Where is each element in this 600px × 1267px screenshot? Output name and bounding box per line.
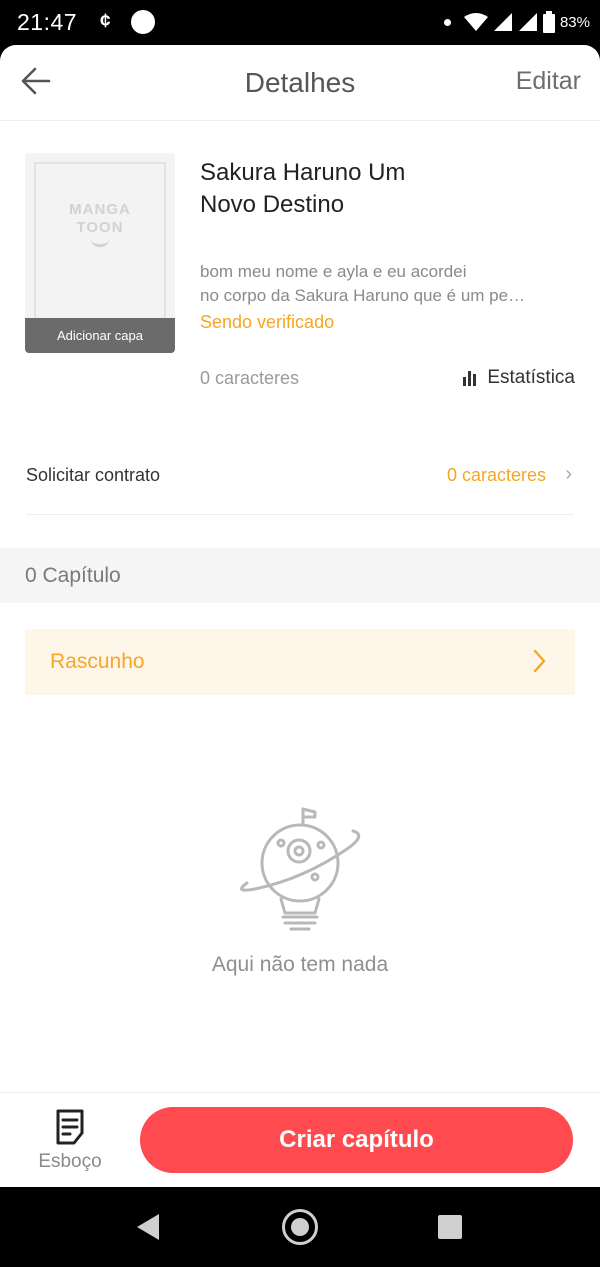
chapter-section-header: 0 Capítulo (0, 548, 600, 603)
review-status: Sendo verificado (200, 312, 335, 332)
statistics-label: Estatística (487, 367, 575, 388)
battery-percentage: 83% (559, 13, 590, 31)
nav-recents-icon[interactable] (438, 1215, 462, 1239)
top-app-bar: Detalhes Editar (0, 45, 600, 121)
statistics-button[interactable]: Estatística (463, 367, 575, 389)
notes-icon (56, 1109, 84, 1145)
add-cover-button[interactable]: MANGA TOON Adicionar capa (25, 153, 175, 353)
mangatoon-logo: MANGA TOON (69, 201, 131, 236)
contract-char-count: 0 caracteres (446, 465, 546, 485)
chevron-right-icon (533, 649, 546, 673)
chevron-right-icon: › (565, 463, 572, 485)
signal-icon (493, 13, 512, 31)
circle-notification-icon (131, 10, 155, 34)
book-description: bom meu nome e ayla e eu acordei no corp… (200, 262, 526, 305)
request-contract-row[interactable]: Solicitar contrato 0 caracteres › (26, 445, 574, 515)
sketch-tab-button[interactable]: Esboço (30, 1109, 110, 1175)
nav-home-icon[interactable] (282, 1209, 318, 1245)
planet-lightbulb-icon (240, 807, 361, 931)
status-time: 21:47 (17, 9, 78, 35)
cover-placeholder-frame (34, 162, 166, 342)
system-navigation-bar (0, 1187, 600, 1267)
draft-row[interactable]: Rascunho (25, 629, 575, 695)
signal-icon (518, 13, 537, 31)
chapter-count: 0 Capítulo (25, 564, 121, 587)
character-count: 0 caracteres (200, 368, 300, 388)
draft-label: Rascunho (50, 650, 145, 673)
empty-state-message: Aqui não tem nada (211, 953, 389, 976)
request-contract-label: Solicitar contrato (26, 465, 161, 485)
battery-icon (542, 11, 555, 33)
book-title: Sakura Haruno Um Novo Destino (200, 159, 406, 218)
add-cover-label: Adicionar capa (25, 318, 175, 353)
status-indicators: 83% (443, 8, 590, 36)
create-chapter-button[interactable]: Criar capítulo (140, 1107, 573, 1173)
edit-button[interactable]: Editar (516, 67, 581, 96)
details-screen: Detalhes Editar MANGA TOON Adicionar cap… (0, 45, 600, 1187)
status-bar: 21:47 ¢ 83% (0, 0, 600, 45)
sketch-tab-label: Esboço (38, 1151, 102, 1172)
carrier-icon: ¢ (100, 11, 111, 32)
bottom-action-bar: Esboço Criar capítulo (0, 1092, 600, 1187)
bar-chart-icon (463, 370, 478, 386)
wifi-icon (463, 13, 488, 31)
nav-back-icon[interactable] (137, 1214, 159, 1240)
dot-icon (443, 18, 451, 26)
page-title: Detalhes (244, 67, 356, 98)
